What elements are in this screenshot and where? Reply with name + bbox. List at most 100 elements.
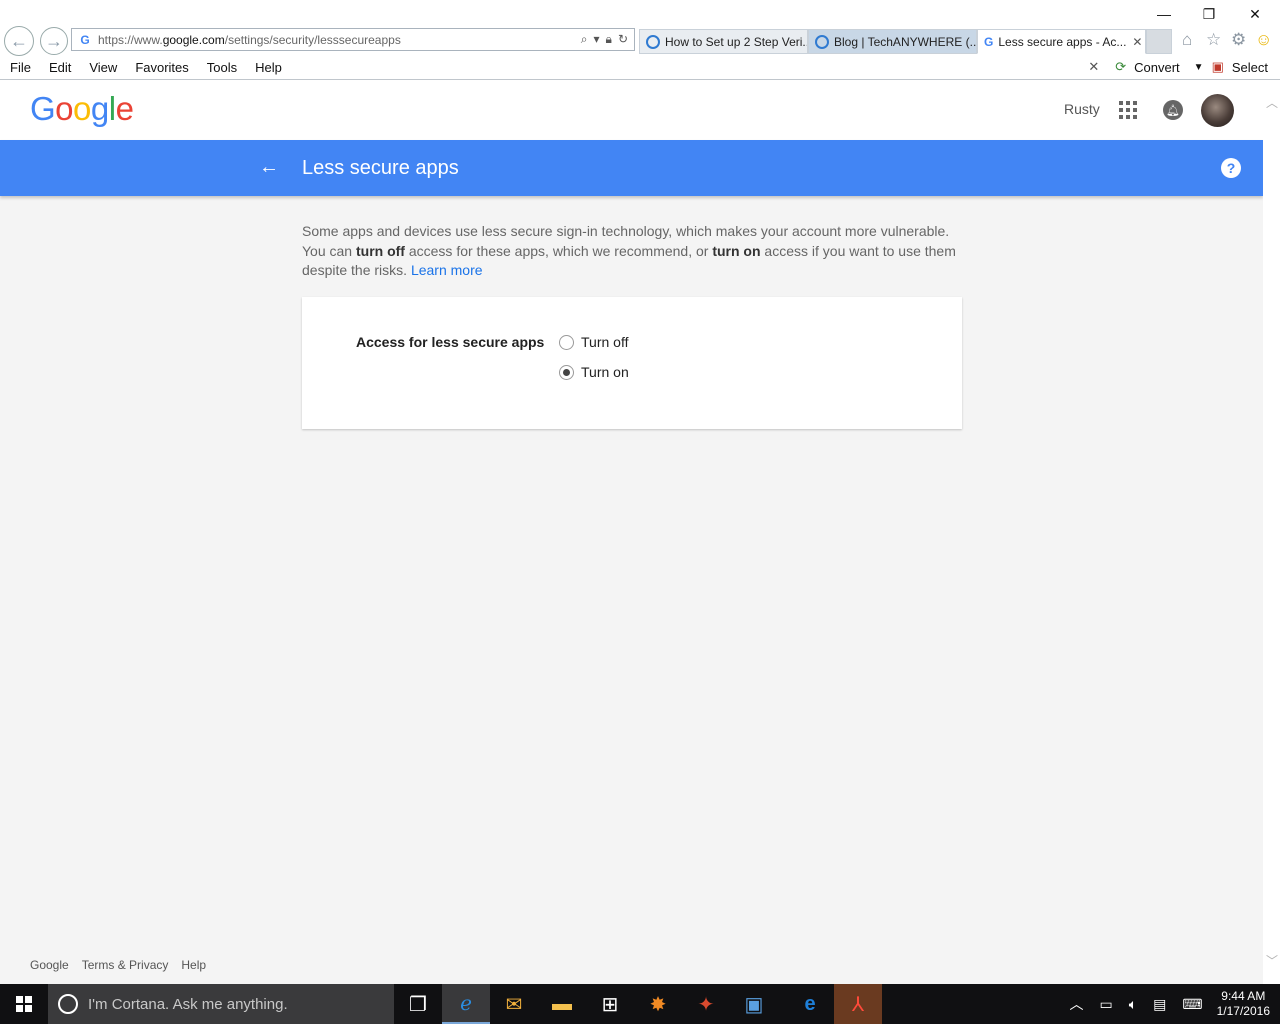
option-label: Turn on [581, 364, 629, 380]
footer: Google Terms & Privacy Help [30, 958, 206, 972]
lock-icon[interactable]: 🔒︎ [606, 32, 612, 47]
arrow-left-icon: ← [10, 30, 28, 51]
start-button[interactable] [0, 984, 48, 1024]
gear-icon[interactable]: ⚙ [1231, 30, 1246, 50]
app-sun-icon[interactable]: ✸ [634, 984, 682, 1024]
settings-card: Access for less secure apps Turn off Tur… [302, 297, 962, 429]
browser-chrome: — ❐ ✕ ← → G https://www.google.com/setti… [0, 0, 1280, 80]
clock-time: 9:44 AM [1221, 989, 1266, 1003]
minimize-button[interactable]: — [1149, 4, 1179, 24]
restore-button[interactable]: ❐ [1194, 4, 1224, 24]
convert-button[interactable]: Convert [1134, 60, 1180, 75]
scroll-up-icon[interactable]: ︿ [1266, 94, 1278, 111]
keyboard-icon[interactable]: ⌨ [1174, 996, 1210, 1013]
cortana-placeholder: I'm Cortana. Ask me anything. [88, 995, 288, 1013]
new-tab-button[interactable] [1146, 29, 1172, 54]
browser-tab-3-active[interactable]: G Less secure apps - Ac... ✕ [977, 29, 1146, 54]
system-tray: ︿ ▭ 🔈︎ ▤ ⌨ 9:44 AM 1/17/2016 [1062, 984, 1280, 1024]
option-turn-off[interactable]: Turn off [559, 334, 628, 350]
ie-icon [646, 34, 660, 49]
tab-label: Less secure apps - Ac... [998, 34, 1127, 49]
notifications-bell-icon[interactable]: 🔔︎ [1163, 100, 1183, 120]
help-icon[interactable]: ? [1221, 158, 1241, 178]
apps-grid-icon[interactable] [1119, 101, 1137, 119]
google-favicon-icon: G [80, 32, 90, 47]
logo-letter: g [90, 90, 109, 127]
convert-dropdown-icon[interactable]: ▼ [1194, 62, 1204, 73]
taskbar: I'm Cortana. Ask me anything. ❐ ℯ ✉ ▬ ⊞ … [0, 984, 1280, 1024]
avatar[interactable] [1201, 94, 1234, 127]
close-toolbar-icon[interactable]: ✕ [1088, 59, 1099, 75]
address-bar[interactable]: G https://www.google.com/settings/securi… [71, 28, 635, 51]
close-tab-icon[interactable]: ✕ [1126, 35, 1145, 49]
arrow-right-icon: → [45, 30, 63, 51]
setting-label: Access for less secure apps [356, 334, 545, 350]
home-icon[interactable]: ⌂ [1182, 30, 1192, 50]
edge-icon[interactable]: e [786, 984, 834, 1024]
url-prefix: https://www. [98, 32, 163, 47]
learn-more-link[interactable]: Learn more [411, 262, 483, 278]
url-path: /settings/security/lesssecureapps [224, 32, 401, 47]
intro-bold-turn-on: turn on [712, 242, 761, 259]
menu-help[interactable]: Help [246, 60, 291, 75]
outlook-icon[interactable]: ✉ [490, 984, 538, 1024]
volume-icon[interactable]: 🔈︎ [1121, 996, 1145, 1013]
cortana-search[interactable]: I'm Cortana. Ask me anything. [48, 984, 394, 1024]
forward-button[interactable]: → [40, 27, 68, 55]
footer-link-help[interactable]: Help [181, 958, 206, 972]
search-icon[interactable]: ⌕ [581, 32, 588, 47]
vertical-scrollbar[interactable]: ︿ ﹀ [1263, 80, 1280, 984]
clock[interactable]: 9:44 AM 1/17/2016 [1211, 989, 1280, 1019]
google-logo[interactable]: Google [30, 90, 134, 128]
menu-view[interactable]: View [80, 60, 126, 75]
back-arrow-icon[interactable]: ← [259, 156, 279, 179]
option-turn-on[interactable]: Turn on [559, 364, 629, 380]
internet-explorer-icon[interactable]: ℯ [442, 984, 490, 1024]
radio-turn-on[interactable] [559, 364, 574, 380]
menu-edit[interactable]: Edit [40, 60, 80, 75]
acrobat-icon[interactable]: ⅄ [834, 984, 882, 1024]
cortana-icon [58, 994, 78, 1014]
footer-link-google[interactable]: Google [30, 958, 69, 972]
action-center-icon[interactable]: ▤ [1145, 996, 1174, 1013]
address-url[interactable]: https://www.google.com/settings/security… [98, 33, 581, 47]
command-bar: ✕ ⟳ Convert ▼ ▣ Select [1088, 57, 1268, 77]
clock-date: 1/17/2016 [1216, 1004, 1270, 1018]
back-button[interactable]: ← [4, 26, 34, 56]
menu-tools[interactable]: Tools [198, 60, 246, 75]
convert-icon: ⟳ [1115, 59, 1127, 74]
dropdown-icon[interactable]: ▾ [594, 32, 600, 47]
menu-favorites[interactable]: Favorites [126, 60, 197, 75]
url-domain: google.com [162, 32, 225, 47]
scroll-down-icon[interactable]: ﹀ [1266, 952, 1278, 969]
store-icon[interactable]: ⊞ [586, 984, 634, 1024]
tab-label: How to Set up 2 Step Veri... [665, 34, 808, 49]
favorites-star-icon[interactable]: ☆ [1206, 30, 1221, 50]
intro-text: Some apps and devices use less secure si… [302, 222, 968, 281]
show-hidden-icons-icon[interactable]: ︿ [1062, 994, 1092, 1014]
close-window-button[interactable]: ✕ [1240, 4, 1270, 24]
network-icon[interactable]: ▭ [1092, 996, 1121, 1013]
user-name[interactable]: Rusty [1064, 101, 1100, 117]
menu-file[interactable]: File [0, 60, 40, 75]
logo-letter: o [55, 90, 74, 127]
radio-turn-off[interactable] [559, 334, 574, 350]
footer-link-terms[interactable]: Terms & Privacy [82, 958, 169, 972]
task-view-icon[interactable]: ❐ [394, 984, 442, 1024]
select-button[interactable]: Select [1232, 60, 1268, 75]
option-label: Turn off [581, 334, 629, 350]
app-bird-icon[interactable]: ✦ [682, 984, 730, 1024]
smiley-feedback-icon[interactable]: ☺ [1255, 30, 1272, 50]
logo-letter: e [115, 90, 134, 127]
page-content: Google Rusty 🔔︎ ← Less secure apps ? Som… [0, 80, 1263, 984]
intro-part2: access for these apps, which we recommen… [404, 242, 713, 259]
browser-tab-1[interactable]: How to Set up 2 Step Veri... [639, 29, 808, 54]
app-monitor-icon[interactable]: ▣ [730, 984, 778, 1024]
select-icon: ▣ [1211, 59, 1224, 74]
browser-tab-2[interactable]: Blog | TechANYWHERE (... [808, 29, 977, 54]
refresh-icon[interactable]: ↻ [618, 32, 628, 47]
title-bar: ← Less secure apps ? [0, 140, 1263, 196]
file-explorer-icon[interactable]: ▬ [538, 984, 586, 1024]
intro-bold-turn-off: turn off [355, 242, 405, 259]
logo-letter: G [30, 90, 56, 127]
